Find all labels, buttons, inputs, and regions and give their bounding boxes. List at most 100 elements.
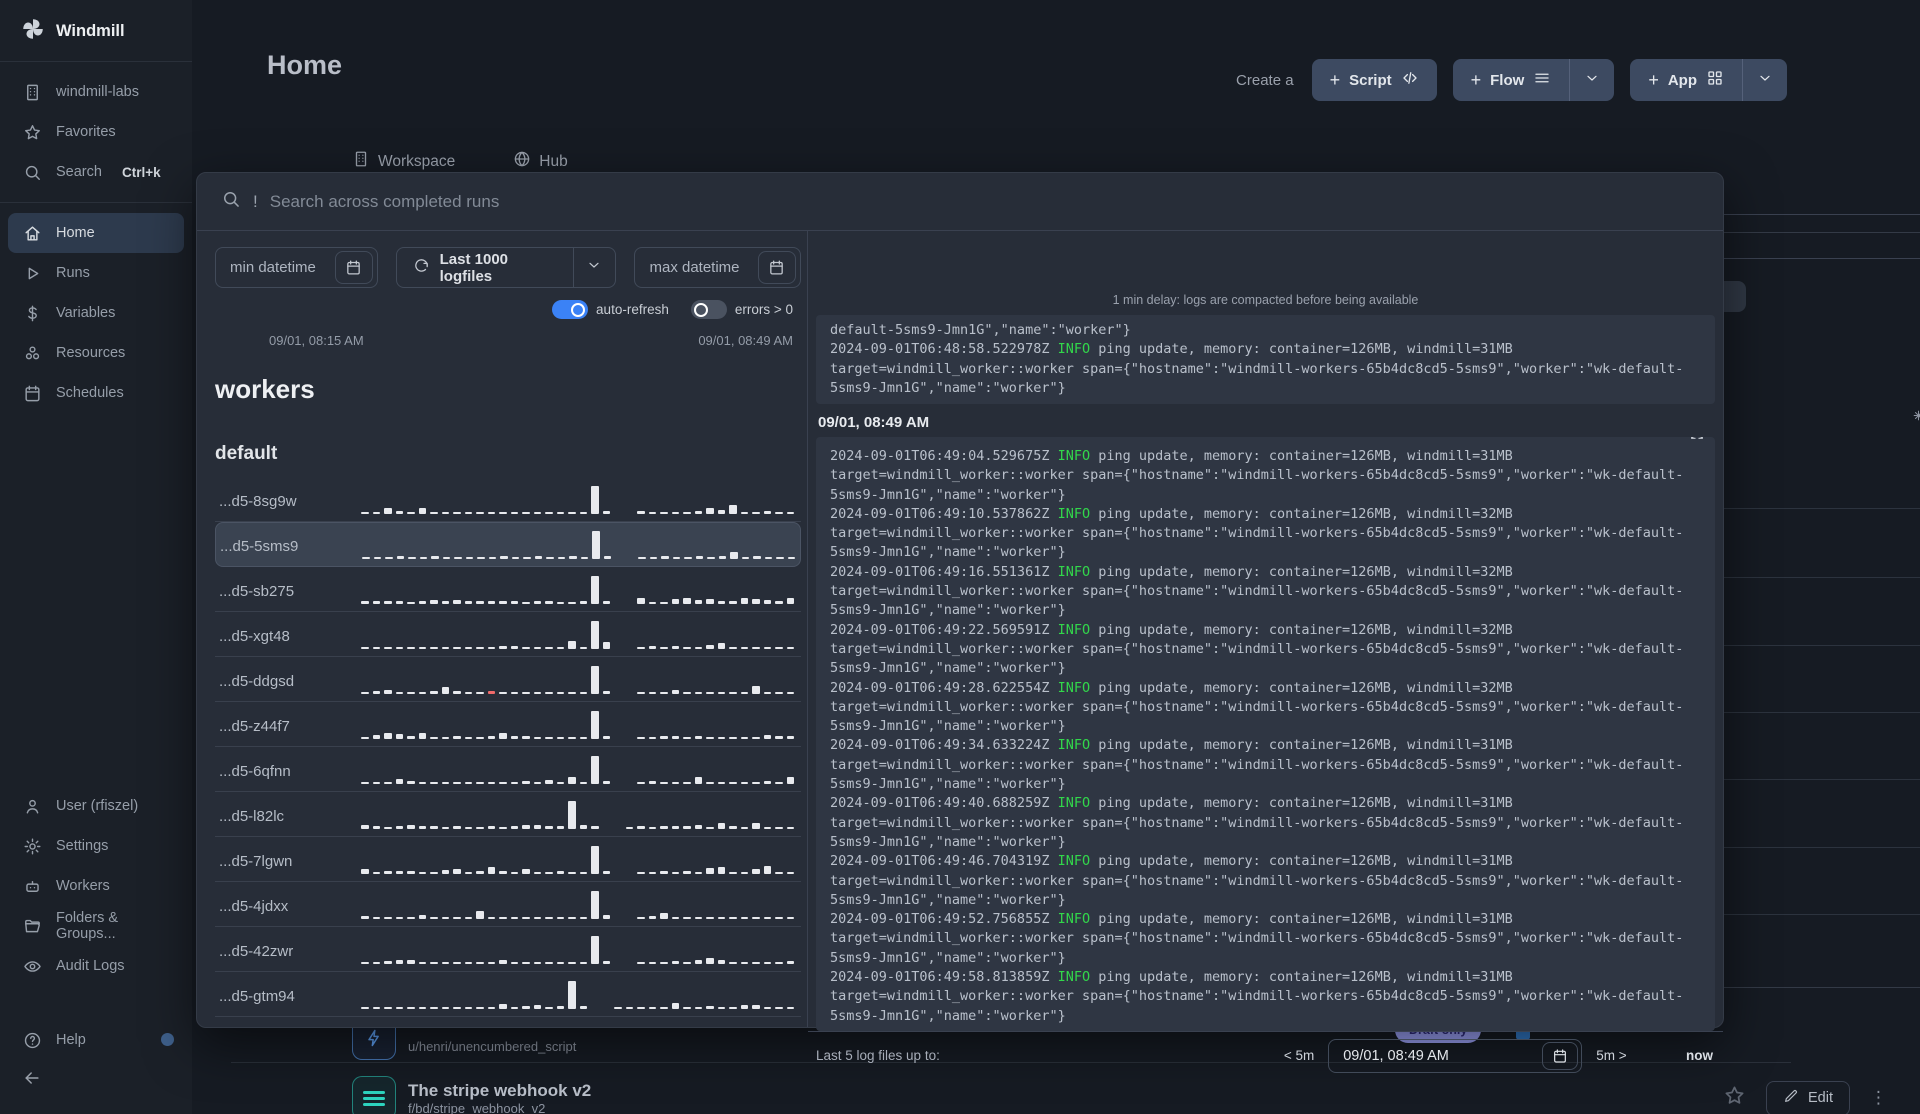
create-app-button[interactable]: + App: [1630, 59, 1742, 101]
sidebar: Windmill windmill-labs Favorites Search …: [0, 0, 192, 1114]
plus-icon: +: [1648, 69, 1659, 90]
worker-sparkline: [361, 753, 794, 791]
sidebar-item-search[interactable]: Search Ctrl+k: [8, 152, 184, 192]
sidebar-item-label: Workers: [56, 878, 110, 894]
row-menu-button[interactable]: ⋮: [1870, 1088, 1887, 1108]
create-flow-dropdown[interactable]: [1570, 59, 1614, 101]
logfiles-dropdown[interactable]: [573, 248, 615, 287]
windmill-app: Windmill windmill-labs Favorites Search …: [0, 0, 1920, 1114]
favorite-star-icon[interactable]: [1723, 1084, 1746, 1112]
sidebar-item-variables[interactable]: Variables: [8, 293, 184, 333]
sidebar-item-user[interactable]: User (rfiszel): [8, 786, 184, 826]
sidebar-item-audit-logs[interactable]: Audit Logs: [8, 946, 184, 986]
search-input[interactable]: [269, 191, 1699, 212]
max-datetime-input[interactable]: max datetime: [634, 247, 801, 288]
chevron-down-icon: [586, 257, 602, 278]
flow-list-item[interactable]: The stripe webhook v2 f/bd/stripe_webhoo…: [352, 1076, 1920, 1114]
log-entry: 2024-09-01T06:49:52.756855Z INFO ping up…: [830, 911, 1684, 966]
worker-row[interactable]: ...d5-42zwr: [215, 927, 801, 972]
sidebar-item-home[interactable]: Home: [8, 213, 184, 253]
log-datetime-input[interactable]: 09/01, 08:49 AM: [1328, 1038, 1583, 1073]
sidebar-item-label: User (rfiszel): [56, 798, 139, 814]
log-entry: 2024-09-01T06:48:58.522978Z INFO ping up…: [830, 341, 1684, 396]
sidebar-item-runs[interactable]: Runs: [8, 253, 184, 293]
tab-workspace[interactable]: Workspace: [352, 150, 455, 173]
calendar-icon[interactable]: [1542, 1041, 1579, 1070]
auto-refresh-toggle[interactable]: [552, 300, 589, 319]
create-app-label: App: [1667, 71, 1697, 89]
sidebar-item-label: Audit Logs: [56, 958, 125, 974]
sidebar-item-workspace[interactable]: windmill-labs: [8, 72, 184, 112]
worker-row[interactable]: ...d5-5sms9: [215, 522, 801, 567]
logfiles-selector-button[interactable]: Last 1000 logfiles: [397, 248, 573, 287]
row-divider: [1703, 847, 1920, 848]
worker-name: ...d5-4jdxx: [219, 898, 289, 915]
worker-sparkline: [361, 978, 794, 1016]
sidebar-item-settings[interactable]: Settings: [8, 826, 184, 866]
log-section-header: 09/01, 08:49 AM: [818, 414, 930, 431]
sidebar-item-favorites[interactable]: Favorites: [8, 112, 184, 152]
log-panel: 1 min delay: logs are compacted before b…: [808, 231, 1723, 1073]
sidebar-item-resources[interactable]: Resources: [8, 333, 184, 373]
worker-row[interactable]: ...d5-gtm94: [215, 972, 801, 1017]
sidebar-item-label: windmill-labs: [56, 84, 139, 100]
log-entry: 2024-09-01T06:49:28.622554Z INFO ping up…: [830, 679, 1684, 735]
forward-5m-button[interactable]: 5m >: [1596, 1048, 1626, 1063]
log-entries-previous: 2024-09-01T06:48:58.522978Z INFO ping up…: [830, 340, 1701, 398]
brand[interactable]: Windmill: [0, 0, 192, 61]
errors-toggle[interactable]: [690, 300, 727, 319]
collapse-sidebar-button[interactable]: [8, 1060, 184, 1102]
create-flow-label: Flow: [1490, 71, 1525, 89]
back-5m-button[interactable]: < 5m: [1284, 1048, 1314, 1063]
item-path: u/henri/unencumbered_script: [408, 1038, 577, 1054]
workers-title: workers: [215, 374, 315, 404]
calendar-icon[interactable]: [334, 251, 373, 284]
create-flow-button[interactable]: + Flow: [1453, 59, 1570, 101]
calendar-icon[interactable]: [757, 251, 796, 284]
create-toolbar: Create a + Script + Flow + App: [1236, 59, 1787, 101]
log-footer-label: Last 5 log files up to:: [816, 1048, 940, 1063]
page-title: Home: [267, 50, 343, 80]
sidebar-item-folders[interactable]: Folders & Groups...: [8, 906, 184, 946]
worker-row[interactable]: ...d5-6qfnn: [215, 747, 801, 792]
item-title: The stripe webhook v2: [408, 1080, 592, 1100]
worker-name: ...d5-7lgwn: [219, 853, 293, 870]
sidebar-item-help[interactable]: Help: [8, 1020, 184, 1060]
home-tabs: Workspace Hub: [352, 150, 568, 173]
time-range-row: 09/01, 08:15 AM 09/01, 08:49 AM: [269, 333, 793, 348]
log-entry: 2024-09-01T06:49:22.569591Z INFO ping up…: [830, 621, 1684, 677]
range-end: 09/01, 08:49 AM: [698, 333, 793, 348]
worker-row[interactable]: ...d5-l82lc: [215, 792, 801, 837]
worker-row[interactable]: ...d5-ddgsd: [215, 657, 801, 702]
worker-row[interactable]: ...d5-7lgwn: [215, 837, 801, 882]
nodes-icon: [22, 343, 42, 363]
expand-icon[interactable]: [1689, 437, 1705, 447]
create-app-dropdown[interactable]: [1743, 59, 1787, 101]
row-divider: [1703, 914, 1920, 915]
sidebar-item-label: Resources: [56, 345, 126, 361]
filter-row: min datetime Last 1000 logfiles max date…: [215, 247, 801, 288]
worker-row[interactable]: ...d5-sb275: [215, 567, 801, 612]
worker-name: ...d5-42zwr: [219, 943, 294, 960]
worker-row[interactable]: ...d5-z44f7: [215, 702, 801, 747]
create-script-label: Script: [1349, 71, 1392, 89]
worker-name: ...d5-l82lc: [219, 808, 285, 825]
edit-button[interactable]: Edit: [1766, 1080, 1850, 1114]
create-script-button[interactable]: + Script: [1311, 59, 1437, 101]
now-button[interactable]: now: [1686, 1048, 1713, 1063]
log-block-current: 2024-09-01T06:49:04.529675Z INFO ping up…: [816, 437, 1715, 1031]
min-datetime-input[interactable]: min datetime: [215, 247, 378, 288]
sidebar-item-schedules[interactable]: Schedules: [8, 373, 184, 413]
logfiles-selector: Last 1000 logfiles: [395, 247, 617, 288]
worker-sparkline: [361, 663, 794, 701]
worker-group-title: default: [215, 443, 278, 464]
search-icon: [22, 162, 42, 182]
sidebar-item-workers[interactable]: Workers: [8, 866, 184, 906]
worker-sparkline: [361, 933, 794, 971]
worker-row[interactable]: ...d5-xgt48: [215, 612, 801, 657]
worker-row[interactable]: ...d5-8sg9w: [215, 477, 801, 522]
sidebar-item-label: Favorites: [56, 124, 116, 140]
worker-row[interactable]: ...d5-4jdxx: [215, 882, 801, 927]
log-entry: 2024-09-01T06:49:10.537862Z INFO ping up…: [830, 505, 1684, 561]
tab-hub[interactable]: Hub: [513, 150, 568, 173]
